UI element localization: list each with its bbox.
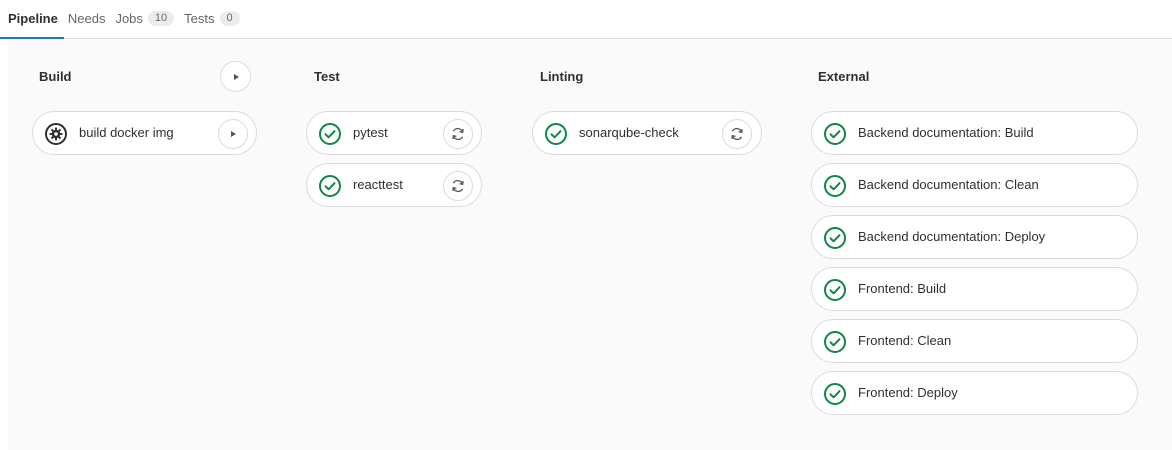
job-play-button[interactable] (218, 119, 248, 149)
stage-title-build: Build (39, 68, 72, 84)
job-name: pytest (353, 125, 388, 140)
stage-header-external: External (818, 65, 869, 87)
retry-icon (452, 179, 464, 193)
success-status-icon (824, 383, 846, 405)
pipeline-graph: Build build docker img Test pytest react… (8, 40, 1172, 450)
tests-count-badge: 0 (219, 11, 240, 26)
play-icon (231, 131, 236, 137)
success-status-icon (824, 123, 846, 145)
job-reacttest[interactable]: reacttest (306, 163, 482, 207)
tab-tests-label: Tests (184, 11, 215, 26)
stage-title-linting: Linting (540, 68, 584, 84)
stage-title-external: External (818, 68, 870, 84)
job-frontend-deploy[interactable]: Frontend: Deploy (811, 371, 1138, 415)
play-icon (233, 73, 239, 80)
job-name: Backend documentation: Clean (858, 177, 1039, 192)
manual-status-icon (45, 123, 67, 145)
success-status-icon (824, 227, 846, 249)
success-status-icon (824, 175, 846, 197)
pipeline-tabs: Pipeline Needs Jobs 10 Tests 0 (0, 0, 1172, 39)
stage-header-test: Test (314, 65, 340, 87)
job-retry-button[interactable] (722, 119, 752, 149)
success-status-icon (824, 331, 846, 353)
job-pytest[interactable]: pytest (306, 111, 482, 155)
stage-header-linting: Linting (540, 65, 583, 87)
job-name: Frontend: Build (858, 281, 947, 296)
job-name: Frontend: Deploy (858, 385, 958, 400)
tab-pipeline-label: Pipeline (8, 11, 58, 26)
stage-header-build: Build (39, 65, 72, 87)
job-name: Backend documentation: Build (858, 125, 1034, 140)
success-status-icon (545, 123, 567, 145)
job-frontend-build[interactable]: Frontend: Build (811, 267, 1138, 311)
job-name: build docker img (79, 125, 174, 140)
tab-jobs[interactable]: Jobs 10 (115, 0, 175, 38)
job-name: Backend documentation: Deploy (858, 229, 1046, 244)
success-status-icon (319, 123, 341, 145)
tab-pipeline[interactable]: Pipeline (0, 0, 64, 39)
success-status-icon (824, 279, 846, 301)
stage-title-test: Test (314, 68, 340, 84)
retry-icon (731, 127, 743, 141)
job-backend-docs-deploy[interactable]: Backend documentation: Deploy (811, 215, 1138, 259)
job-frontend-clean[interactable]: Frontend: Clean (811, 319, 1138, 363)
job-backend-docs-build[interactable]: Backend documentation: Build (811, 111, 1138, 155)
job-retry-button[interactable] (443, 171, 473, 201)
stage-build-play-button[interactable] (220, 61, 251, 92)
job-name: sonarqube-check (579, 125, 679, 140)
tab-jobs-label: Jobs (115, 11, 143, 26)
job-retry-button[interactable] (443, 119, 473, 149)
job-name: reacttest (353, 177, 403, 192)
job-backend-docs-clean[interactable]: Backend documentation: Clean (811, 163, 1138, 207)
retry-icon (452, 127, 464, 141)
jobs-count-badge: 10 (147, 11, 175, 26)
tab-tests[interactable]: Tests 0 (184, 0, 240, 38)
tab-needs-label: Needs (67, 11, 106, 26)
job-name: Frontend: Clean (858, 333, 952, 348)
job-sonarqube-check[interactable]: sonarqube-check (532, 111, 762, 155)
tab-needs[interactable]: Needs (68, 0, 106, 38)
job-build-docker-img[interactable]: build docker img (32, 111, 257, 155)
success-status-icon (319, 175, 341, 197)
